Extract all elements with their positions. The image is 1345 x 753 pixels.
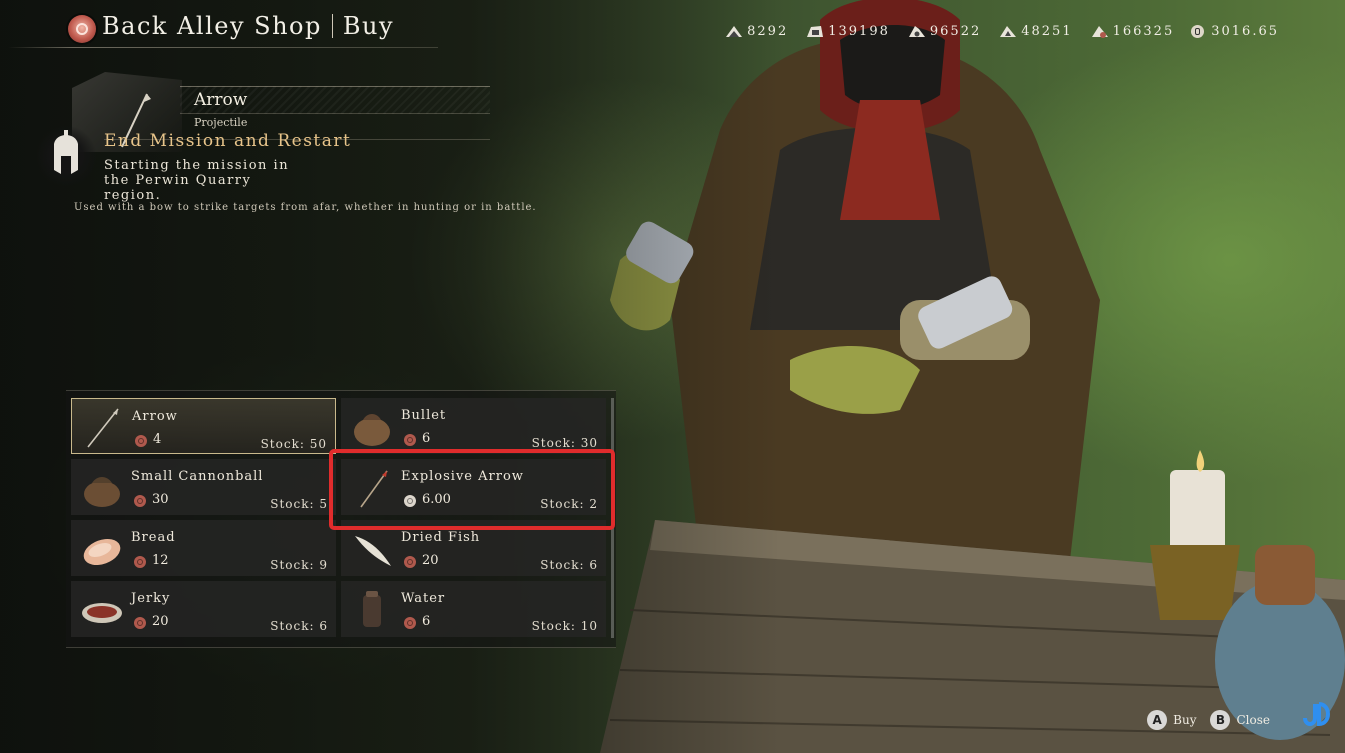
shop-item-arrow[interactable]: Arrow 4 Stock: 50 — [71, 398, 336, 454]
shop-item-name: Bullet — [401, 408, 447, 423]
close-label: Close — [1236, 713, 1270, 727]
shop-item-price: 20 — [422, 553, 439, 568]
mission-description: Starting the mission in the Perwin Quarr… — [104, 158, 290, 203]
shop-item-price: 4 — [153, 432, 162, 447]
shop-item-name: Small Cannonball — [131, 469, 264, 484]
shop-item-stock: Stock: 50 — [260, 437, 327, 451]
shop-item-bullet[interactable]: Bullet 6 Stock: 30 — [341, 398, 606, 454]
shop-item-price: 30 — [152, 492, 169, 507]
iron-resource-icon — [807, 26, 824, 37]
shop-item-price: 20 — [152, 614, 169, 629]
a-button-icon: A — [1147, 710, 1168, 730]
shop-emblem-icon — [68, 15, 96, 43]
selection-highlight-box — [329, 449, 615, 530]
shop-item-price: 6 — [422, 431, 431, 446]
shop-item-name: Arrow — [132, 409, 178, 424]
title-divider — [331, 14, 333, 38]
jerky-icon — [82, 603, 122, 623]
food-resource-icon — [1091, 26, 1108, 38]
spartan-helmet-icon — [36, 126, 96, 186]
shop-header: Back Alley Shop Buy 8292 139198 96522 482… — [0, 0, 1345, 60]
shop-item-small-cannonball[interactable]: Small Cannonball 30 Stock: 5 — [71, 459, 336, 515]
resource-bar: 8292 139198 96522 48251 166325 3016.65 — [724, 23, 1279, 39]
shop-item-stock: Stock: 6 — [270, 619, 328, 633]
shop-name: Back Alley Shop — [102, 12, 322, 40]
item-detail-panel: Arrow Projectile End Mission and Restart… — [0, 60, 536, 230]
resource-iron: 139198 — [805, 23, 890, 39]
copper-coin-icon — [134, 617, 146, 629]
shop-item-bread[interactable]: Bread 12 Stock: 9 — [71, 520, 336, 576]
copper-coin-icon — [404, 556, 416, 568]
buy-label: Buy — [1173, 713, 1197, 727]
copper-coin-icon — [134, 556, 146, 568]
header-divider — [8, 47, 438, 48]
resource-silver: 3016.65 — [1191, 23, 1279, 39]
resource-wood: 8292 — [724, 23, 788, 39]
shop-item-name: Bread — [131, 530, 176, 545]
stone-resource-icon — [908, 26, 925, 37]
silver-coin-icon — [1191, 24, 1205, 38]
copper-coin-icon — [134, 495, 146, 507]
shop-item-name: Jerky — [131, 591, 171, 606]
mission-title: End Mission and Restart — [104, 131, 352, 151]
shop-item-jerky[interactable]: Jerky 20 Stock: 6 — [71, 581, 336, 637]
resource-leather: 48251 — [998, 23, 1072, 39]
dried-fish-icon — [355, 536, 391, 566]
item-description: Used with a bow to strike targets from a… — [74, 202, 537, 213]
shop-mode: Buy — [342, 12, 394, 40]
item-category: Projectile — [194, 116, 248, 129]
item-name: Arrow — [194, 90, 248, 110]
b-button-icon: B — [1210, 710, 1231, 730]
cannonball-pouch-icon — [84, 477, 120, 507]
wood-resource-icon — [726, 26, 743, 37]
arrow-icon — [87, 408, 119, 448]
copper-coin-icon — [135, 435, 147, 447]
shop-item-stock: Stock: 9 — [270, 558, 328, 572]
shop-item-stock: Stock: 5 — [270, 497, 328, 511]
water-flask-icon — [363, 591, 381, 627]
shop-item-name: Dried Fish — [401, 530, 481, 545]
resource-food: 166325 — [1090, 23, 1175, 39]
bread-icon — [83, 538, 121, 566]
shop-item-stock: Stock: 10 — [531, 619, 598, 633]
shop-item-price: 6 — [422, 614, 431, 629]
shop-item-water[interactable]: Water 6 Stock: 10 — [341, 581, 606, 637]
channel-logo-icon — [1303, 702, 1330, 727]
buy-button[interactable]: A Buy — [1147, 710, 1196, 730]
shop-item-stock: Stock: 6 — [540, 558, 598, 572]
copper-coin-icon — [404, 434, 416, 446]
shop-item-price: 12 — [152, 553, 169, 568]
shop-title: Back Alley Shop Buy — [102, 12, 394, 40]
shop-item-stock: Stock: 30 — [531, 436, 598, 450]
shop-item-name: Water — [401, 591, 446, 606]
leather-resource-icon — [1000, 26, 1017, 37]
copper-coin-icon — [404, 617, 416, 629]
bullet-pouch-icon — [354, 414, 390, 446]
close-button[interactable]: B Close — [1210, 710, 1270, 730]
resource-stone: 96522 — [907, 23, 981, 39]
button-prompts: A Buy B Close — [1147, 710, 1270, 730]
